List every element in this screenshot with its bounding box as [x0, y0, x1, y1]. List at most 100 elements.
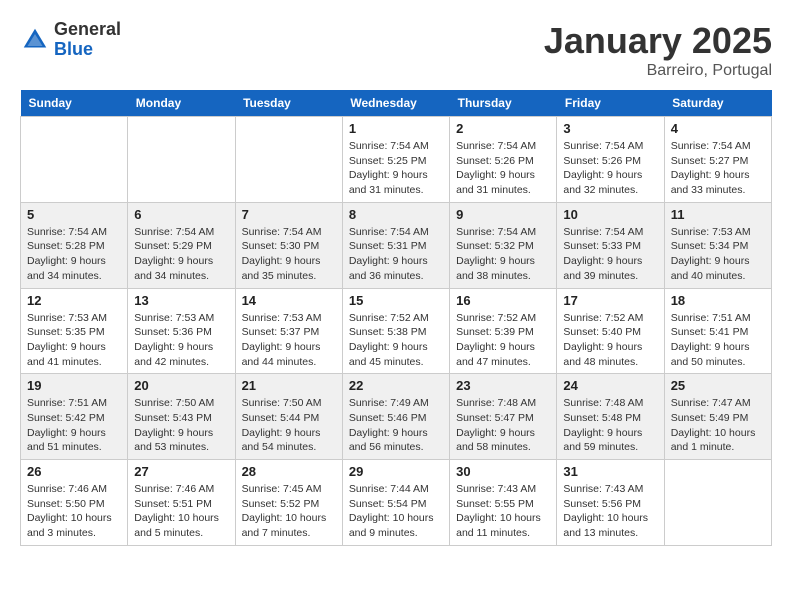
calendar-week-3: 12 Sunrise: 7:53 AM Sunset: 5:35 PM Dayli… [21, 288, 772, 374]
page-header: General Blue January 2025 Barreiro, Port… [20, 20, 772, 80]
day-number-19: 19 [27, 378, 121, 393]
day-detail-16: Sunrise: 7:52 AM Sunset: 5:39 PM Dayligh… [456, 311, 550, 370]
month-title: January 2025 [544, 20, 772, 62]
day-detail-24: Sunrise: 7:48 AM Sunset: 5:48 PM Dayligh… [563, 396, 657, 455]
day-detail-31: Sunrise: 7:43 AM Sunset: 5:56 PM Dayligh… [563, 482, 657, 541]
day-detail-4: Sunrise: 7:54 AM Sunset: 5:27 PM Dayligh… [671, 139, 765, 198]
day-number-2: 2 [456, 121, 550, 136]
weekday-header-wednesday: Wednesday [342, 90, 449, 117]
calendar-cell-1-1: 6 Sunrise: 7:54 AM Sunset: 5:29 PM Daylig… [128, 202, 235, 288]
calendar-cell-4-6 [664, 460, 771, 546]
day-detail-6: Sunrise: 7:54 AM Sunset: 5:29 PM Dayligh… [134, 225, 228, 284]
calendar-cell-2-0: 12 Sunrise: 7:53 AM Sunset: 5:35 PM Dayli… [21, 288, 128, 374]
weekday-header-friday: Friday [557, 90, 664, 117]
day-number-1: 1 [349, 121, 443, 136]
title-block: January 2025 Barreiro, Portugal [544, 20, 772, 80]
day-detail-9: Sunrise: 7:54 AM Sunset: 5:32 PM Dayligh… [456, 225, 550, 284]
calendar-week-4: 19 Sunrise: 7:51 AM Sunset: 5:42 PM Dayli… [21, 374, 772, 460]
calendar-cell-3-4: 23Sunrise: 7:48 AM Sunset: 5:47 PM Dayli… [450, 374, 557, 460]
day-detail-11: Sunrise: 7:53 AM Sunset: 5:34 PM Dayligh… [671, 225, 765, 284]
weekday-header-saturday: Saturday [664, 90, 771, 117]
day-detail-1: Sunrise: 7:54 AM Sunset: 5:25 PM Dayligh… [349, 139, 443, 198]
calendar-cell-2-5: 17Sunrise: 7:52 AM Sunset: 5:40 PM Dayli… [557, 288, 664, 374]
day-number-28: 28 [242, 464, 336, 479]
day-detail-25: Sunrise: 7:47 AM Sunset: 5:49 PM Dayligh… [671, 396, 765, 455]
calendar-cell-3-0: 19 Sunrise: 7:51 AM Sunset: 5:42 PM Dayli… [21, 374, 128, 460]
calendar-cell-0-5: 3 Sunrise: 7:54 AM Sunset: 5:26 PM Daylig… [557, 117, 664, 203]
calendar-week-5: 26 Sunrise: 7:46 AM Sunset: 5:50 PM Dayli… [21, 460, 772, 546]
calendar-cell-1-2: 7 Sunrise: 7:54 AM Sunset: 5:30 PM Daylig… [235, 202, 342, 288]
calendar-cell-3-6: 25 Sunrise: 7:47 AM Sunset: 5:49 PM Dayli… [664, 374, 771, 460]
calendar-cell-4-5: 31Sunrise: 7:43 AM Sunset: 5:56 PM Dayli… [557, 460, 664, 546]
calendar-cell-2-4: 16Sunrise: 7:52 AM Sunset: 5:39 PM Dayli… [450, 288, 557, 374]
calendar-cell-3-1: 20 Sunrise: 7:50 AM Sunset: 5:43 PM Dayli… [128, 374, 235, 460]
day-number-20: 20 [134, 378, 228, 393]
day-number-13: 13 [134, 293, 228, 308]
day-detail-29: Sunrise: 7:44 AM Sunset: 5:54 PM Dayligh… [349, 482, 443, 541]
day-number-8: 8 [349, 207, 443, 222]
calendar-cell-1-3: 8 Sunrise: 7:54 AM Sunset: 5:31 PM Daylig… [342, 202, 449, 288]
day-number-25: 25 [671, 378, 765, 393]
weekday-header-thursday: Thursday [450, 90, 557, 117]
day-detail-13: Sunrise: 7:53 AM Sunset: 5:36 PM Dayligh… [134, 311, 228, 370]
calendar-cell-2-1: 13 Sunrise: 7:53 AM Sunset: 5:36 PM Dayli… [128, 288, 235, 374]
day-number-10: 10 [563, 207, 657, 222]
day-number-14: 14 [242, 293, 336, 308]
calendar-cell-0-3: 1 Sunrise: 7:54 AM Sunset: 5:25 PM Daylig… [342, 117, 449, 203]
day-detail-28: Sunrise: 7:45 AM Sunset: 5:52 PM Dayligh… [242, 482, 336, 541]
calendar-cell-3-3: 22Sunrise: 7:49 AM Sunset: 5:46 PM Dayli… [342, 374, 449, 460]
location-text: Barreiro, Portugal [544, 62, 772, 80]
logo-blue-text: Blue [54, 40, 121, 60]
calendar-cell-0-2 [235, 117, 342, 203]
day-number-24: 24 [563, 378, 657, 393]
day-detail-14: Sunrise: 7:53 AM Sunset: 5:37 PM Dayligh… [242, 311, 336, 370]
day-detail-10: Sunrise: 7:54 AM Sunset: 5:33 PM Dayligh… [563, 225, 657, 284]
day-number-23: 23 [456, 378, 550, 393]
day-detail-7: Sunrise: 7:54 AM Sunset: 5:30 PM Dayligh… [242, 225, 336, 284]
day-number-12: 12 [27, 293, 121, 308]
calendar-cell-4-1: 27Sunrise: 7:46 AM Sunset: 5:51 PM Dayli… [128, 460, 235, 546]
logo-text: General Blue [54, 20, 121, 60]
day-detail-2: Sunrise: 7:54 AM Sunset: 5:26 PM Dayligh… [456, 139, 550, 198]
calendar-cell-4-2: 28 Sunrise: 7:45 AM Sunset: 5:52 PM Dayli… [235, 460, 342, 546]
calendar-cell-1-4: 9 Sunrise: 7:54 AM Sunset: 5:32 PM Daylig… [450, 202, 557, 288]
day-detail-12: Sunrise: 7:53 AM Sunset: 5:35 PM Dayligh… [27, 311, 121, 370]
day-number-3: 3 [563, 121, 657, 136]
calendar-week-1: 1 Sunrise: 7:54 AM Sunset: 5:25 PM Daylig… [21, 117, 772, 203]
calendar-cell-0-6: 4Sunrise: 7:54 AM Sunset: 5:27 PM Daylig… [664, 117, 771, 203]
day-number-7: 7 [242, 207, 336, 222]
day-detail-8: Sunrise: 7:54 AM Sunset: 5:31 PM Dayligh… [349, 225, 443, 284]
calendar-cell-1-0: 5 Sunrise: 7:54 AM Sunset: 5:28 PM Daylig… [21, 202, 128, 288]
day-number-15: 15 [349, 293, 443, 308]
day-detail-5: Sunrise: 7:54 AM Sunset: 5:28 PM Dayligh… [27, 225, 121, 284]
day-detail-15: Sunrise: 7:52 AM Sunset: 5:38 PM Dayligh… [349, 311, 443, 370]
calendar-cell-1-6: 11Sunrise: 7:53 AM Sunset: 5:34 PM Dayli… [664, 202, 771, 288]
day-number-6: 6 [134, 207, 228, 222]
calendar-cell-3-2: 21 Sunrise: 7:50 AM Sunset: 5:44 PM Dayli… [235, 374, 342, 460]
day-detail-3: Sunrise: 7:54 AM Sunset: 5:26 PM Dayligh… [563, 139, 657, 198]
calendar-cell-1-5: 10 Sunrise: 7:54 AM Sunset: 5:33 PM Dayli… [557, 202, 664, 288]
day-detail-20: Sunrise: 7:50 AM Sunset: 5:43 PM Dayligh… [134, 396, 228, 455]
calendar-cell-4-3: 29 Sunrise: 7:44 AM Sunset: 5:54 PM Dayli… [342, 460, 449, 546]
day-number-9: 9 [456, 207, 550, 222]
day-detail-21: Sunrise: 7:50 AM Sunset: 5:44 PM Dayligh… [242, 396, 336, 455]
day-number-17: 17 [563, 293, 657, 308]
day-detail-22: Sunrise: 7:49 AM Sunset: 5:46 PM Dayligh… [349, 396, 443, 455]
day-number-5: 5 [27, 207, 121, 222]
calendar-cell-2-6: 18Sunrise: 7:51 AM Sunset: 5:41 PM Dayli… [664, 288, 771, 374]
day-number-21: 21 [242, 378, 336, 393]
logo: General Blue [20, 20, 121, 60]
weekday-header-sunday: Sunday [21, 90, 128, 117]
day-detail-18: Sunrise: 7:51 AM Sunset: 5:41 PM Dayligh… [671, 311, 765, 370]
logo-general-text: General [54, 20, 121, 40]
weekday-header-tuesday: Tuesday [235, 90, 342, 117]
calendar-cell-4-0: 26 Sunrise: 7:46 AM Sunset: 5:50 PM Dayli… [21, 460, 128, 546]
weekday-header-monday: Monday [128, 90, 235, 117]
day-detail-26: Sunrise: 7:46 AM Sunset: 5:50 PM Dayligh… [27, 482, 121, 541]
calendar-cell-0-1 [128, 117, 235, 203]
calendar-cell-4-4: 30Sunrise: 7:43 AM Sunset: 5:55 PM Dayli… [450, 460, 557, 546]
day-detail-30: Sunrise: 7:43 AM Sunset: 5:55 PM Dayligh… [456, 482, 550, 541]
day-number-29: 29 [349, 464, 443, 479]
day-detail-19: Sunrise: 7:51 AM Sunset: 5:42 PM Dayligh… [27, 396, 121, 455]
day-number-26: 26 [27, 464, 121, 479]
